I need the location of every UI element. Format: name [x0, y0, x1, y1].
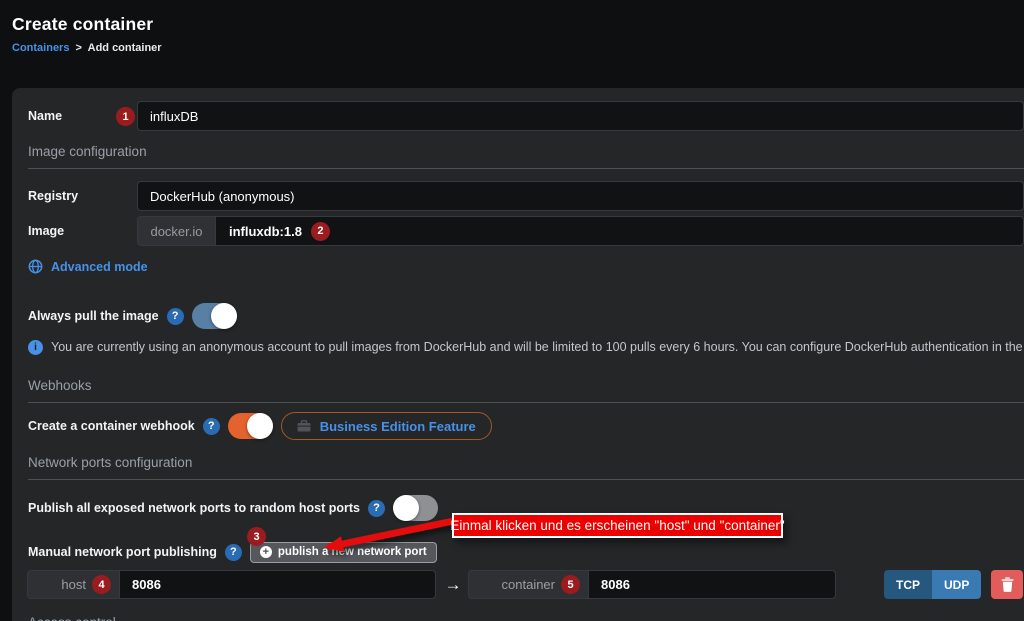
step-badge-3: 3 [247, 527, 266, 546]
step-badge-2: 2 [311, 222, 330, 241]
manual-publish-label: Manual network port publishing [28, 545, 217, 559]
container-port-group: container 5 [468, 570, 836, 599]
port-mapping-row: host 4 → container 5 TCP UDP [27, 570, 1024, 599]
name-label: Name 1 [28, 109, 134, 123]
image-input-group: docker.io influxdb:1.8 2 [137, 216, 1024, 246]
publish-all-toggle[interactable] [393, 495, 438, 521]
breadcrumb-current: Add container [88, 42, 162, 54]
advanced-mode-link[interactable]: Advanced mode [28, 259, 148, 274]
business-edition-badge: Business Edition Feature [281, 412, 492, 440]
webhook-row: Create a container webhook ? Business Ed… [28, 412, 1024, 440]
page-header: Create container Containers > Add contai… [12, 14, 162, 54]
help-icon[interactable]: ? [368, 500, 385, 517]
webhook-toggle[interactable] [228, 413, 273, 439]
image-row: Image docker.io influxdb:1.8 2 [28, 216, 1024, 246]
breadcrumb-link-containers[interactable]: Containers [12, 42, 69, 54]
image-input[interactable]: influxdb:1.8 2 [215, 216, 1024, 246]
breadcrumb-separator: > [76, 42, 82, 54]
manual-publish-row: Manual network port publishing ? + publi… [28, 540, 1024, 564]
publish-port-button-label: publish a new network port [278, 546, 427, 558]
arrow-right-icon: → [444, 575, 462, 595]
always-pull-row: Always pull the image ? [28, 303, 1024, 329]
toggle-knob [211, 303, 237, 329]
section-heading-image-configuration: Image configuration [28, 144, 1024, 169]
info-icon: i [28, 340, 43, 355]
trash-icon [1001, 577, 1014, 592]
section-heading-webhooks: Webhooks [28, 378, 1024, 403]
briefcase-icon [297, 420, 311, 432]
always-pull-toggle[interactable] [192, 303, 237, 329]
advanced-mode-row: Advanced mode [28, 258, 1024, 275]
registry-row: Registry DockerHub (anonymous) [28, 181, 1024, 211]
webhook-label: Create a container webhook [28, 419, 195, 433]
help-icon[interactable]: ? [167, 308, 184, 325]
toggle-knob [247, 413, 273, 439]
step-badge-5: 5 [561, 575, 580, 594]
always-pull-label: Always pull the image [28, 309, 159, 323]
section-heading-access-control: Access control [28, 615, 116, 621]
registry-label: Registry [28, 189, 134, 203]
create-container-page: Create container Containers > Add contai… [0, 0, 1024, 621]
udp-button[interactable]: UDP [932, 570, 981, 599]
container-addon: container 5 [468, 570, 588, 599]
help-icon[interactable]: ? [225, 544, 242, 561]
container-label: container [502, 577, 555, 592]
protocol-toggle-group: TCP UDP [884, 570, 981, 599]
delete-port-button[interactable] [991, 570, 1023, 599]
host-port-input[interactable] [119, 570, 436, 599]
host-port-group: host 4 [27, 570, 436, 599]
page-title: Create container [12, 14, 162, 35]
registry-select[interactable]: DockerHub (anonymous) [137, 181, 1024, 211]
image-value: influxdb:1.8 [229, 224, 302, 239]
publish-port-button[interactable]: + publish a new network port [250, 542, 437, 563]
globe-icon [28, 259, 43, 274]
publish-all-label: Publish all exposed network ports to ran… [28, 501, 360, 515]
host-label: host [61, 577, 86, 592]
pull-limit-notice: i You are currently using an anonymous a… [28, 339, 1024, 355]
section-heading-network-ports: Network ports configuration [28, 455, 1024, 480]
image-registry-addon: docker.io [137, 216, 215, 246]
image-label: Image [28, 224, 134, 238]
notice-text: You are currently using an anonymous acc… [51, 340, 1024, 354]
host-addon: host 4 [27, 570, 119, 599]
business-edition-label: Business Edition Feature [320, 419, 476, 434]
step-badge-4: 4 [92, 575, 111, 594]
breadcrumb: Containers > Add container [12, 42, 162, 54]
container-port-input[interactable] [588, 570, 836, 599]
step-badge-1: 1 [116, 107, 135, 126]
plus-circle-icon: + [260, 546, 272, 558]
name-row: Name 1 [28, 101, 1024, 131]
advanced-mode-label: Advanced mode [51, 260, 148, 274]
create-container-form: Name 1 Image configuration Registry Dock… [12, 88, 1024, 621]
tcp-button[interactable]: TCP [884, 570, 932, 599]
name-input[interactable] [137, 101, 1024, 131]
toggle-knob [393, 495, 419, 521]
annotation-callout: Einmal klicken und es erscheinen "host" … [452, 513, 783, 538]
help-icon[interactable]: ? [203, 418, 220, 435]
